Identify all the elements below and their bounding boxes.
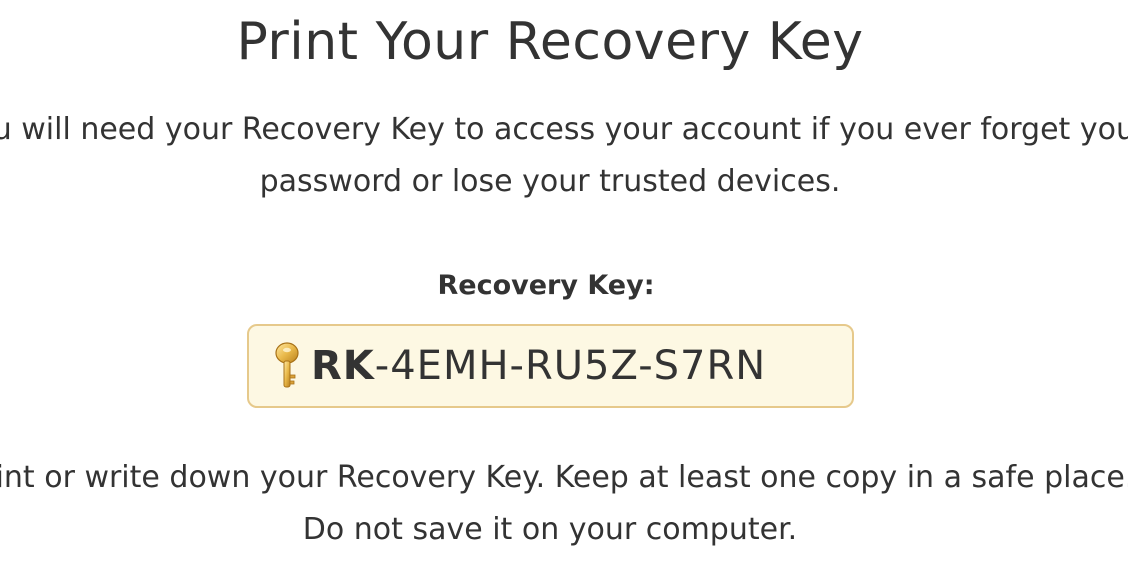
- note-line-2: Do not save it on your computer.: [302, 512, 798, 547]
- page-title: Print Your Recovery Key: [236, 12, 864, 72]
- note-line-1: Print or write down your Recovery Key. K…: [0, 460, 1128, 495]
- description: You will need your Recovery Key to acces…: [0, 104, 1128, 208]
- recovery-key-label: Recovery Key:: [437, 270, 655, 301]
- recovery-key-code: -4EMH-RU5Z-S7RN: [374, 343, 767, 389]
- recovery-key-value: RK-4EMH-RU5Z-S7RN: [311, 343, 766, 389]
- instruction-note: Print or write down your Recovery Key. K…: [0, 452, 1128, 556]
- recovery-key-box[interactable]: RK-4EMH-RU5Z-S7RN: [247, 324, 854, 408]
- description-line-2: password or lose your trusted devices.: [259, 164, 841, 199]
- key-icon: [271, 341, 303, 391]
- description-line-1: You will need your Recovery Key to acces…: [0, 112, 1128, 147]
- recovery-key-prefix: RK: [311, 343, 375, 389]
